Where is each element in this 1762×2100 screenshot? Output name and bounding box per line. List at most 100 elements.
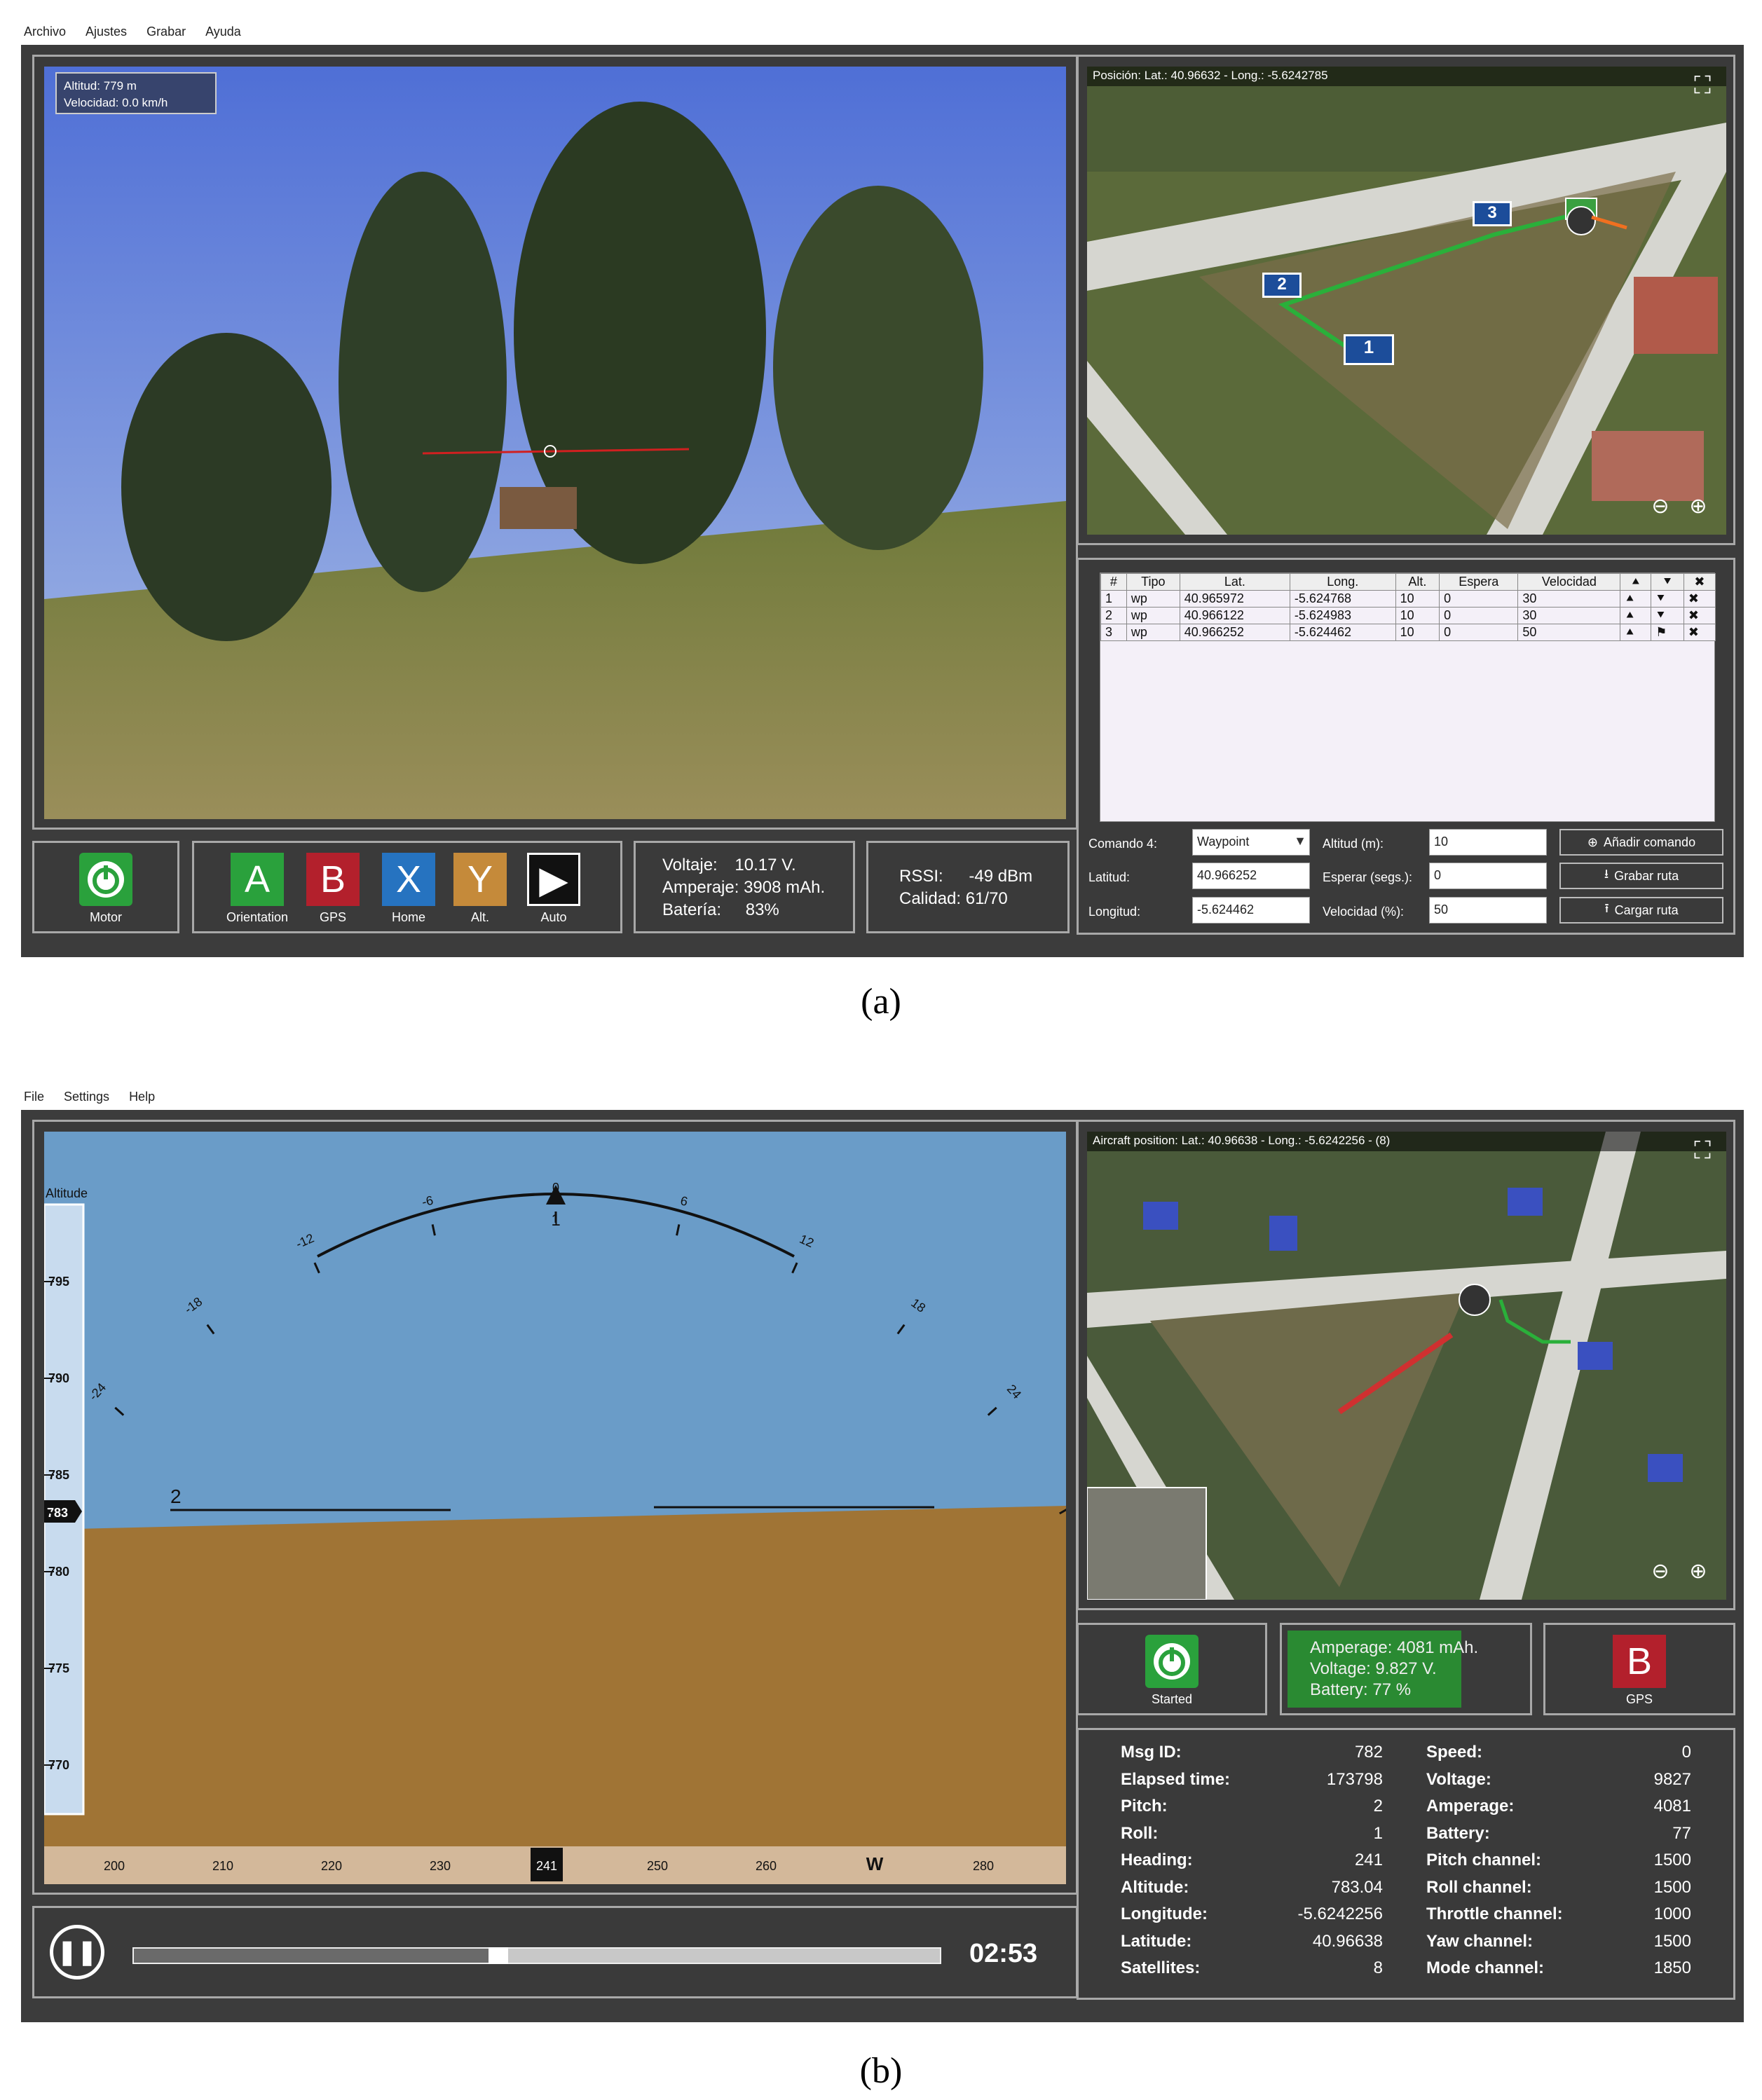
waypoint-marker-2[interactable]: 2	[1262, 273, 1302, 298]
cell[interactable]: 40.966252	[1179, 624, 1290, 641]
table-row[interactable]: 2 wp 40.966122 -5.624983 10 0 30 ⯅ ⯆ ✖	[1100, 607, 1716, 624]
col-lat: Lat.	[1179, 573, 1290, 591]
stat-value: 1850	[1653, 1958, 1691, 1977]
cell[interactable]: 50	[1517, 624, 1621, 641]
altitude-button[interactable]: Y Alt.	[445, 853, 515, 925]
motor-button[interactable]: Motor	[34, 853, 177, 925]
key-b: B	[1613, 1635, 1666, 1688]
stat-label: Battery:	[1426, 1823, 1490, 1843]
move-up-icon[interactable]: ⯅	[1620, 590, 1652, 608]
altitude-tick-label: 785	[48, 1468, 69, 1482]
stat-value: 782	[1354, 1743, 1383, 1762]
col-espera: Espera	[1439, 573, 1519, 591]
hud-speed: Velocidad: 0.0 km/h	[64, 96, 168, 109]
heading-current: 241	[536, 1859, 557, 1873]
playback-track[interactable]	[132, 1947, 941, 1964]
move-up-icon[interactable]: ⯅	[1620, 624, 1652, 641]
gps-button[interactable]: B GPS	[298, 853, 368, 925]
delete-icon[interactable]: ✖	[1683, 624, 1716, 641]
rssi-label: RSSI:	[899, 867, 943, 886]
cell[interactable]: 0	[1439, 624, 1519, 641]
velocidad-field[interactable]: 50	[1429, 897, 1547, 924]
zoom-out-icon[interactable]: ⊖	[1645, 1559, 1676, 1590]
orientation-button[interactable]: A Orientation	[222, 853, 292, 925]
cell[interactable]: 40.965972	[1179, 590, 1290, 608]
cell[interactable]: 0	[1439, 590, 1519, 608]
cell[interactable]: 30	[1517, 590, 1621, 608]
cell[interactable]: -5.624983	[1289, 607, 1396, 624]
pitch-value: 2	[170, 1485, 182, 1507]
key-a: A	[231, 853, 284, 906]
satellite-map-b[interactable]	[1087, 1132, 1726, 1600]
playback-thumb[interactable]	[489, 1947, 508, 1964]
menu-file[interactable]: File	[21, 1090, 47, 1104]
zoom-in-icon[interactable]: ⊕	[1683, 1559, 1714, 1590]
battery-voltage: Voltage: 9.827 V.	[1310, 1659, 1437, 1678]
velocidad-label: Velocidad (%):	[1323, 905, 1405, 919]
camera-feed	[44, 67, 1066, 819]
stat-label: Longitude:	[1121, 1905, 1208, 1923]
menu-ayuda[interactable]: Ayuda	[203, 25, 244, 39]
power-icon	[1145, 1635, 1198, 1688]
menu-settings[interactable]: Settings	[61, 1090, 112, 1104]
menu-help[interactable]: Help	[126, 1090, 158, 1104]
attitude-indicator: 2 Altitude 795790785780775770 783 -30-24…	[44, 1132, 1066, 1884]
started-button[interactable]: Started	[1079, 1635, 1265, 1707]
gps-button-b[interactable]: B GPS	[1545, 1635, 1733, 1707]
app-window-a: Altitud: 779 m Velocidad: 0.0 km/h Posic…	[21, 45, 1744, 957]
comando-select[interactable]: Waypoint ▼	[1192, 829, 1310, 856]
fullscreen-icon[interactable]: ⛶	[1687, 1137, 1718, 1168]
cell[interactable]: -5.624768	[1289, 590, 1396, 608]
stat-label: Heading:	[1121, 1851, 1193, 1869]
delete-icon[interactable]: ✖	[1683, 590, 1716, 608]
save-route-button[interactable]: ⭳ Grabar ruta	[1559, 863, 1723, 889]
menu-ajustes[interactable]: Ajustes	[83, 25, 130, 39]
load-route-label: Cargar ruta	[1614, 903, 1679, 917]
move-down-icon[interactable]: ⯆	[1651, 590, 1684, 608]
flag-icon[interactable]: ⚑	[1651, 624, 1684, 641]
col-up: ⯅	[1620, 573, 1652, 591]
home-button[interactable]: X Home	[374, 853, 444, 925]
cell[interactable]: 10	[1395, 590, 1440, 608]
cell[interactable]: 10	[1395, 624, 1440, 641]
stat-value: 8	[1373, 1958, 1383, 1977]
load-route-button[interactable]: ⭱ Cargar ruta	[1559, 897, 1723, 924]
move-up-icon[interactable]: ⯅	[1620, 607, 1652, 624]
heading-tick-label: 250	[647, 1859, 668, 1873]
satellite-map-a[interactable]	[1087, 67, 1726, 535]
mode-buttons-panel: A Orientation B GPS X Home Y Alt. ▶ Auto	[192, 841, 622, 933]
stat-label: Throttle channel:	[1426, 1905, 1563, 1923]
add-command-button[interactable]: ⊕ Añadir comando	[1559, 829, 1723, 856]
table-row[interactable]: 3 wp 40.966252 -5.624462 10 0 50 ⯅ ⚑ ✖	[1100, 624, 1716, 641]
app-window-b: 2 Altitude 795790785780775770 783 -30-24…	[21, 1110, 1744, 2022]
cell[interactable]: 10	[1395, 607, 1440, 624]
esperar-field[interactable]: 0	[1429, 863, 1547, 889]
table-row[interactable]: 1 wp 40.965972 -5.624768 10 0 30 ⯅ ⯆ ✖	[1100, 590, 1716, 608]
delete-icon[interactable]: ✖	[1683, 607, 1716, 624]
stat-value: 1500	[1653, 1931, 1691, 1951]
waypoint-marker-1[interactable]: 1	[1344, 334, 1394, 365]
altitud-field[interactable]: 10	[1429, 829, 1547, 856]
zoom-in-icon[interactable]: ⊕	[1683, 494, 1714, 525]
waypoint-marker-3[interactable]: 3	[1473, 201, 1512, 226]
auto-button[interactable]: ▶ Auto	[515, 853, 592, 925]
menu-archivo[interactable]: Archivo	[21, 25, 69, 39]
fullscreen-icon[interactable]: ⛶	[1687, 72, 1718, 103]
stat-value: 1	[1373, 1823, 1383, 1843]
cell[interactable]: 0	[1439, 607, 1519, 624]
latitud-field[interactable]: 40.966252	[1192, 863, 1310, 889]
menubar-a: Archivo Ajustes Grabar Ayuda	[21, 14, 244, 49]
cell[interactable]: 30	[1517, 607, 1621, 624]
altitude-label: Alt.	[470, 910, 489, 924]
move-down-icon[interactable]: ⯆	[1651, 607, 1684, 624]
cell[interactable]: -5.624462	[1289, 624, 1396, 641]
menu-grabar[interactable]: Grabar	[144, 25, 189, 39]
col-down: ⯆	[1651, 573, 1684, 591]
longitud-field[interactable]: -5.624462	[1192, 897, 1310, 924]
cell: 3	[1100, 624, 1127, 641]
zoom-out-icon[interactable]: ⊖	[1645, 494, 1676, 525]
heading-tick-label: 230	[430, 1859, 451, 1873]
aircraft-icon-b	[1459, 1284, 1491, 1316]
pause-button[interactable]: ❚❚	[50, 1925, 104, 1979]
cell[interactable]: 40.966122	[1179, 607, 1290, 624]
